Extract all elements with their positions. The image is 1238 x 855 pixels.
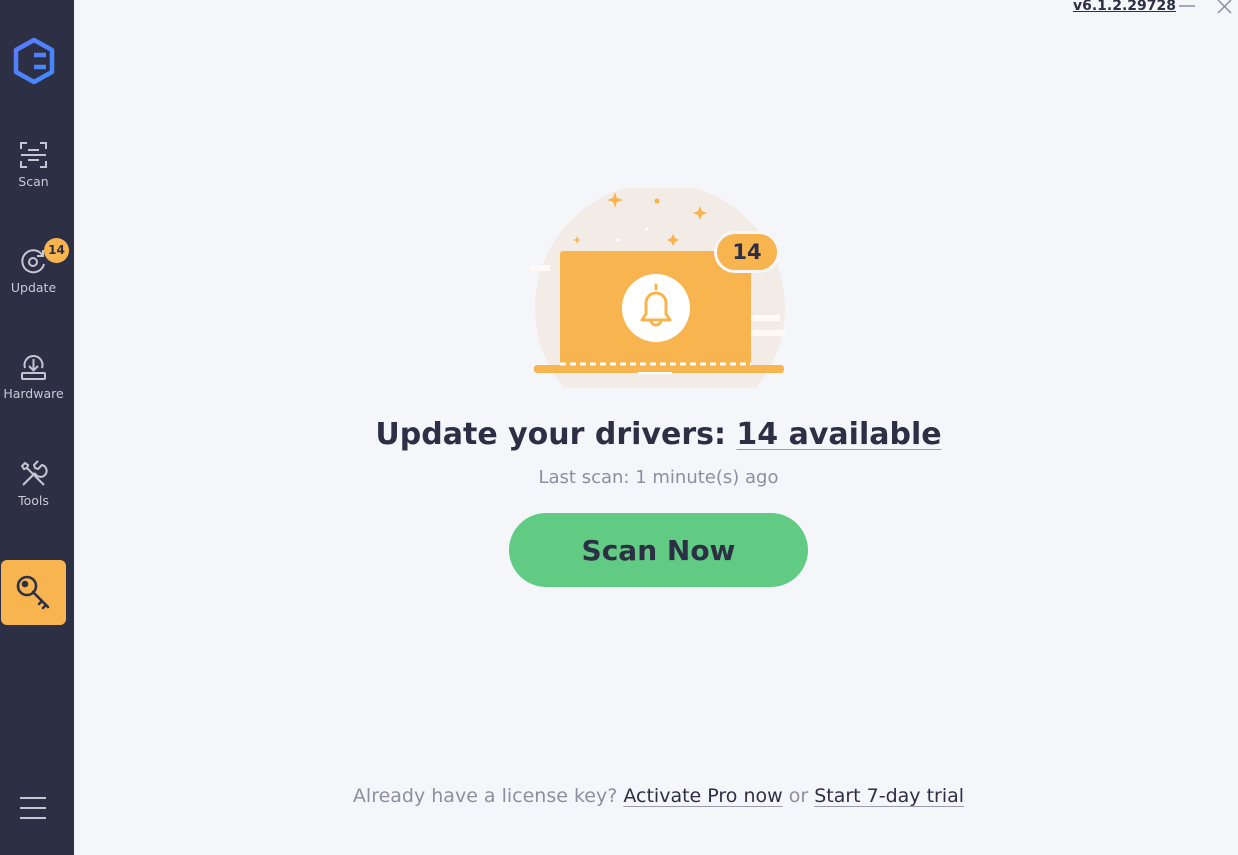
minimize-icon[interactable]: [1178, 0, 1196, 12]
key-icon: [16, 575, 50, 610]
page-title: Update your drivers: 14 available: [0, 417, 1238, 452]
available-drivers-link[interactable]: 14 available: [736, 417, 941, 452]
activate-pro-link[interactable]: Activate Pro now: [623, 785, 782, 807]
laptop-notification-illustration: [530, 188, 785, 388]
update-count-badge: 14: [44, 238, 69, 263]
activate-key-button[interactable]: [1, 560, 66, 625]
app-logo-icon[interactable]: [12, 37, 56, 85]
sidebar-item-scan[interactable]: Scan: [0, 140, 67, 204]
license-footer: Already have a license key? Activate Pro…: [0, 785, 1238, 807]
sidebar-item-label: Hardware: [3, 386, 64, 401]
sidebar-item-hardware[interactable]: Hardware: [0, 352, 67, 416]
last-scan-status: Last scan: 1 minute(s) ago: [538, 467, 779, 488]
sidebar-item-label: Tools: [18, 493, 49, 508]
headline-text: Update your drivers:: [375, 417, 737, 452]
version-label[interactable]: v6.1.2.29728: [1073, 0, 1176, 14]
sidebar-item-label: Scan: [18, 174, 49, 189]
driver-count-badge: 14: [714, 231, 780, 273]
sidebar-item-label: Update: [10, 280, 57, 295]
scan-icon: [20, 142, 47, 168]
scan-now-button[interactable]: Scan Now: [509, 513, 808, 587]
or-text: or: [788, 785, 809, 807]
license-prompt: Already have a license key?: [352, 785, 618, 807]
hardware-icon: [21, 355, 46, 380]
start-trial-link[interactable]: Start 7-day trial: [814, 785, 964, 807]
close-icon[interactable]: [1215, 0, 1233, 14]
